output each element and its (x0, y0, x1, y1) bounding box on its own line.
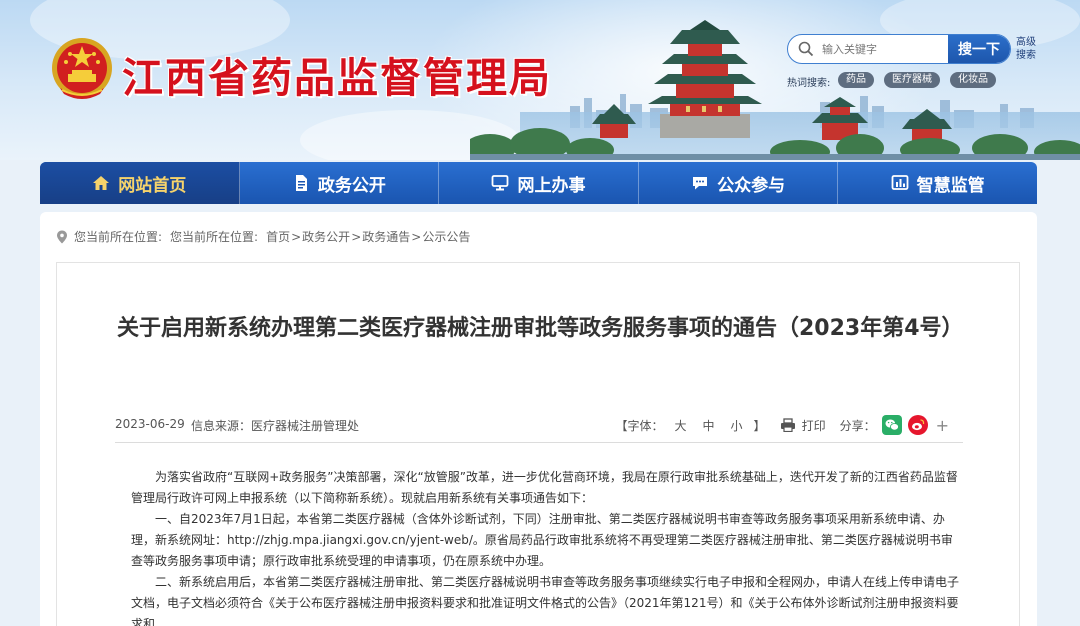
breadcrumb-prefix: 您当前所在位置: (74, 230, 163, 244)
breadcrumb-notices[interactable]: 政务通告 (362, 228, 410, 245)
nav-label: 网上办事 (517, 175, 586, 196)
advanced-search-link[interactable]: 高级搜索 (1016, 36, 1038, 62)
site-header: 江西省药品监督管理局 搜一下 高级搜索 热词搜索: 药品 医疗器械 化妆品 (0, 0, 1080, 160)
breadcrumb-announcements[interactable]: 公示公告 (422, 228, 470, 245)
nav-item-smart-supervision[interactable]: 智慧监管 (838, 162, 1037, 204)
search-button[interactable]: 搜一下 (948, 35, 1010, 63)
nav-item-public-participation[interactable]: 公众参与 (639, 162, 839, 204)
print-icon[interactable] (780, 418, 796, 432)
publish-date: 2023-06-29 (115, 417, 185, 431)
article-paragraph: 二、新系统启用后，本省第二类医疗器械注册审批、第二类医疗器械说明书审查等政务服务… (131, 575, 960, 626)
font-size-close: 】 (753, 418, 766, 433)
share-more-button[interactable]: + (936, 416, 949, 435)
info-source: 信息来源：医疗器械注册管理处 (191, 419, 360, 433)
main-content: 您当前所在位置: 您当前所在位置: 首页 > 政务公开 > 政务通告 > 公示公… (40, 212, 1037, 626)
wechat-share-icon[interactable] (881, 415, 902, 435)
article-title: 关于启用新系统办理第二类医疗器械注册审批等政务服务事项的通告（2023年第4号） (117, 316, 964, 341)
nav-label: 公众参与 (717, 175, 786, 196)
article-meta: 2023-06-29 信息来源：医疗器械注册管理处 【字体： 大 中 小 】 打… (115, 409, 963, 443)
breadcrumb-separator: > (411, 229, 422, 244)
nav-item-government-affairs[interactable]: 政务公开 (240, 162, 440, 204)
hot-tag-cosmetics[interactable]: 化妆品 (950, 72, 996, 88)
article-panel: 关于启用新系统办理第二类医疗器械注册审批等政务服务事项的通告（2023年第4号）… (56, 262, 1020, 626)
nav-label: 网站首页 (118, 175, 187, 196)
document-icon (295, 175, 307, 191)
print-button[interactable]: 打印 (802, 417, 826, 434)
nav-item-online-services[interactable]: 网上办事 (439, 162, 639, 204)
breadcrumb-separator: > (291, 229, 302, 244)
nav-label: 政务公开 (317, 175, 386, 196)
article-paragraph: 一、自2023年7月1日起，本省第二类医疗器械（含体外诊断试剂，下同）注册审批、… (131, 512, 953, 568)
search-input[interactable] (822, 39, 942, 59)
hot-tag-medical-devices[interactable]: 医疗器械 (884, 72, 940, 88)
weibo-share-icon[interactable] (907, 415, 928, 435)
national-emblem-icon (52, 38, 112, 99)
home-icon (93, 176, 110, 190)
font-small-button[interactable]: 小 (731, 417, 743, 434)
site-title: 江西省药品监督管理局 (122, 54, 552, 102)
nav-label: 智慧监管 (916, 175, 985, 196)
font-size-label: 【字体： (615, 418, 664, 433)
breadcrumb-separator: > (351, 229, 362, 244)
chat-icon (693, 177, 708, 190)
article-body: 为落实省政府“互联网+政务服务”决策部署，深化“放管服”改革，进一步优化营商环境… (131, 467, 961, 626)
chart-icon (891, 175, 909, 190)
font-medium-button[interactable]: 中 (703, 417, 715, 434)
share-label: 分享： (839, 418, 876, 433)
hot-search-label: 热词搜索: (787, 78, 831, 89)
tree-line (470, 128, 1080, 160)
monitor-icon (492, 175, 509, 191)
breadcrumb: 您当前所在位置: 您当前所在位置: 首页 > 政务公开 > 政务通告 > 公示公… (56, 228, 470, 245)
search-box: 搜一下 (787, 34, 1011, 64)
article-paragraph: 为落实省政府“互联网+政务服务”决策部署，深化“放管服”改革，进一步优化营商环境… (131, 470, 958, 505)
location-pin-icon (57, 230, 67, 243)
nav-item-home[interactable]: 网站首页 (40, 162, 240, 204)
hot-tag-drugs[interactable]: 药品 (838, 72, 874, 88)
breadcrumb-government-affairs[interactable]: 政务公开 (302, 228, 350, 245)
breadcrumb-prefix: 您当前所在位置: (170, 230, 259, 244)
main-nav: 网站首页 政务公开 网上办事 公众参与 智慧监管 (40, 162, 1037, 204)
font-large-button[interactable]: 大 (675, 417, 687, 434)
breadcrumb-home[interactable]: 首页 (266, 228, 290, 245)
search-icon (798, 41, 814, 57)
article-tools: 【字体： 大 中 小 】 打印 分享： + (615, 415, 949, 435)
